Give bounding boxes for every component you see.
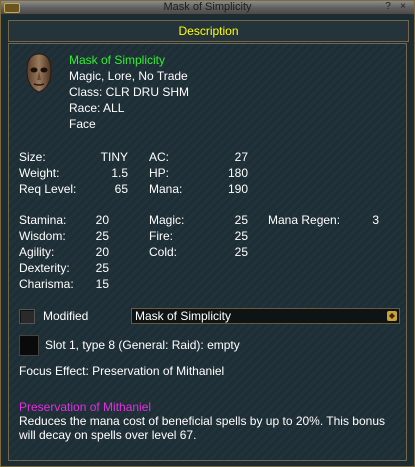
focus-effect-description: Reduces the mana cost of beneficial spel… — [19, 414, 385, 442]
description-header: Description — [8, 20, 409, 42]
item-window: Mask of Simplicity ? × Description Mask … — [0, 0, 415, 467]
size-label: Size: — [19, 150, 46, 164]
magic-resist-value: 25 — [234, 213, 248, 227]
reqlevel-label: Req Level: — [19, 182, 77, 196]
fire-resist-label: Fire: — [149, 229, 173, 243]
agility-value: 20 — [95, 245, 109, 259]
focus-effect-line: Focus Effect: Preservation of Mithaniel — [19, 364, 225, 378]
item-race: Race: ALL — [69, 101, 125, 115]
charisma-value: 15 — [95, 277, 109, 291]
stamina-value: 20 — [95, 213, 109, 227]
item-name: Mask of Simplicity — [69, 53, 166, 67]
mana-value: 190 — [227, 182, 248, 196]
window-title: Mask of Simplicity — [163, 1, 252, 13]
hp-label: HP: — [149, 166, 170, 180]
cold-resist-label: Cold: — [149, 245, 178, 259]
size-value: TINY — [100, 150, 128, 164]
face-mask-icon — [26, 53, 52, 93]
modified-checkbox[interactable] — [19, 309, 35, 324]
reqlevel-value: 65 — [114, 182, 128, 196]
augment-item-dropdown[interactable]: Mask of Simplicity ◆ — [131, 308, 400, 324]
ac-value: 27 — [234, 150, 248, 164]
ac-label: AC: — [149, 150, 170, 164]
dexterity-value: 25 — [95, 261, 109, 275]
item-slot: Face — [69, 117, 96, 131]
stamina-label: Stamina: — [19, 213, 67, 227]
cold-resist-value: 25 — [234, 245, 248, 259]
augment-slot-label: Slot 1, type 8 (General: Raid): empty — [45, 338, 240, 352]
focus-effect-name: Preservation of Mithaniel — [19, 400, 152, 414]
dexterity-label: Dexterity: — [19, 261, 70, 275]
fire-resist-value: 25 — [234, 229, 248, 243]
modified-label: Modified — [43, 309, 89, 323]
close-button[interactable]: × — [397, 1, 409, 13]
wisdom-value: 25 — [95, 229, 109, 243]
augment-slot-box[interactable] — [19, 335, 39, 356]
weight-value: 1.5 — [111, 166, 128, 180]
agility-label: Agility: — [19, 245, 55, 259]
help-button[interactable]: ? — [382, 1, 394, 13]
mana-regen-value: 3 — [372, 213, 379, 227]
mana-regen-label: Mana Regen: — [268, 213, 341, 227]
weight-label: Weight: — [19, 166, 60, 180]
dropdown-selected-value: Mask of Simplicity — [135, 309, 232, 323]
wisdom-label: Wisdom: — [19, 229, 66, 243]
item-class: Class: CLR DRU SHM — [69, 85, 190, 99]
hp-value: 180 — [227, 166, 248, 180]
magic-resist-label: Magic: — [149, 213, 185, 227]
item-flags: Magic, Lore, No Trade — [69, 69, 188, 83]
dropdown-arrow-icon[interactable]: ◆ — [387, 311, 397, 321]
charisma-label: Charisma: — [19, 277, 74, 291]
title-bar[interactable]: Mask of Simplicity ? × — [1, 1, 414, 15]
mana-label: Mana: — [149, 182, 183, 196]
